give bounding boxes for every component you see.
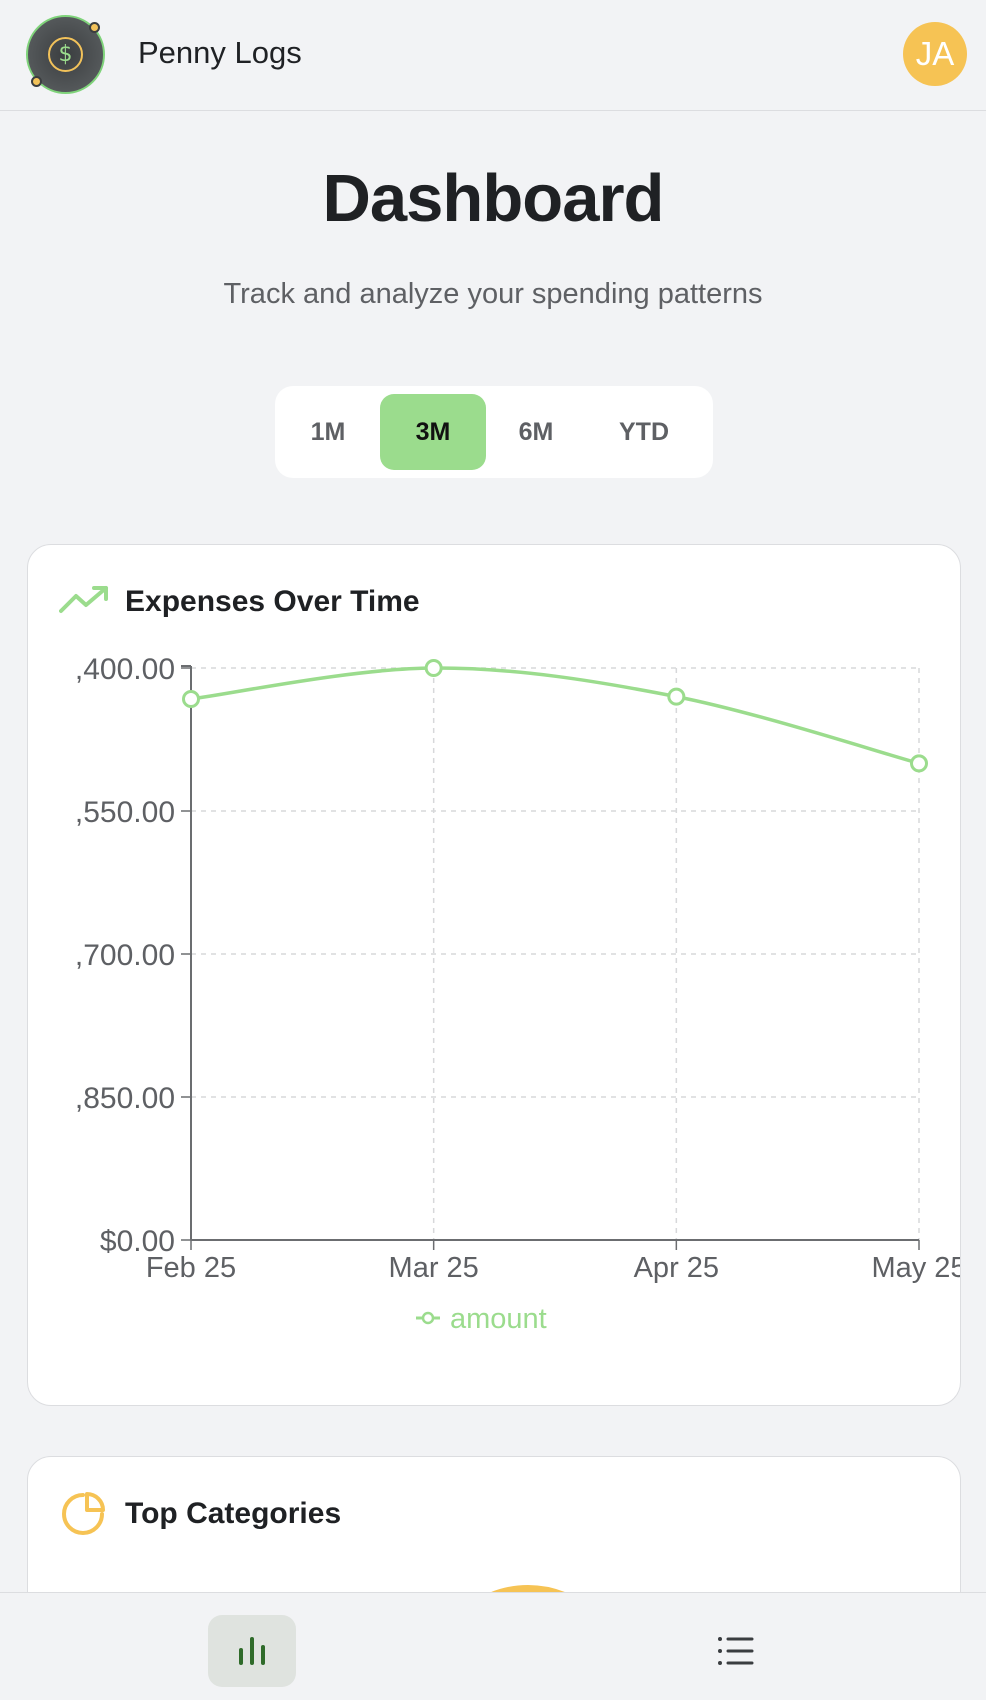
data-point [910,754,928,773]
categories-card-title: Top Categories [125,1497,342,1530]
logo-orbit-dot [31,76,42,87]
expenses-line-chart: ,400.00,550.00,700.00,850.00$0.00Feb 25 M… [75,653,961,1335]
x-tick-label: Mar 25 [389,1252,479,1284]
range-1m-button[interactable]: 1M [283,394,373,470]
list-icon [718,1637,754,1665]
y-tick-label: ,550.00 [75,796,175,829]
data-point [424,659,443,677]
x-tick-label: May 25 [871,1252,961,1284]
data-point [667,687,686,706]
y-tick-label: ,850.00 [75,1082,175,1115]
app-header: $ Penny Logs JA [0,0,986,111]
nav-transactions-button[interactable] [692,1615,780,1687]
range-6m-button[interactable]: 6M [486,394,586,470]
bar-chart-icon [239,1637,265,1665]
logo-orbit-dot [89,22,100,33]
x-tick-label: Apr 25 [634,1252,719,1284]
nav-dashboard-button[interactable] [208,1615,296,1687]
series-line-amount [190,666,920,766]
range-3m-button[interactable]: 3M [380,394,486,470]
page-subtitle: Track and analyze your spending patterns [223,278,763,310]
y-tick-label: ,700.00 [75,939,175,972]
expenses-chart-card: Expenses Over Time ,400.00,550.00,700.00… [27,544,961,1406]
pie-chart-icon [62,1492,105,1535]
legend-label: amount [450,1303,547,1335]
dollar-coin-icon: $ [48,37,83,72]
bottom-navigation [0,1592,986,1700]
x-tick-label: Feb 25 [146,1252,236,1284]
time-range-selector: 1M 3M 6M YTD [275,386,713,478]
app-logo[interactable]: $ [26,15,105,94]
app-name: Penny Logs [138,35,302,70]
data-point [182,689,200,708]
user-avatar[interactable]: JA [903,22,967,86]
range-ytd-button[interactable]: YTD [586,394,702,470]
y-tick-label: ,400.00 [75,653,175,686]
page-title: Dashboard [322,161,665,236]
legend-swatch-marker [421,1311,435,1325]
